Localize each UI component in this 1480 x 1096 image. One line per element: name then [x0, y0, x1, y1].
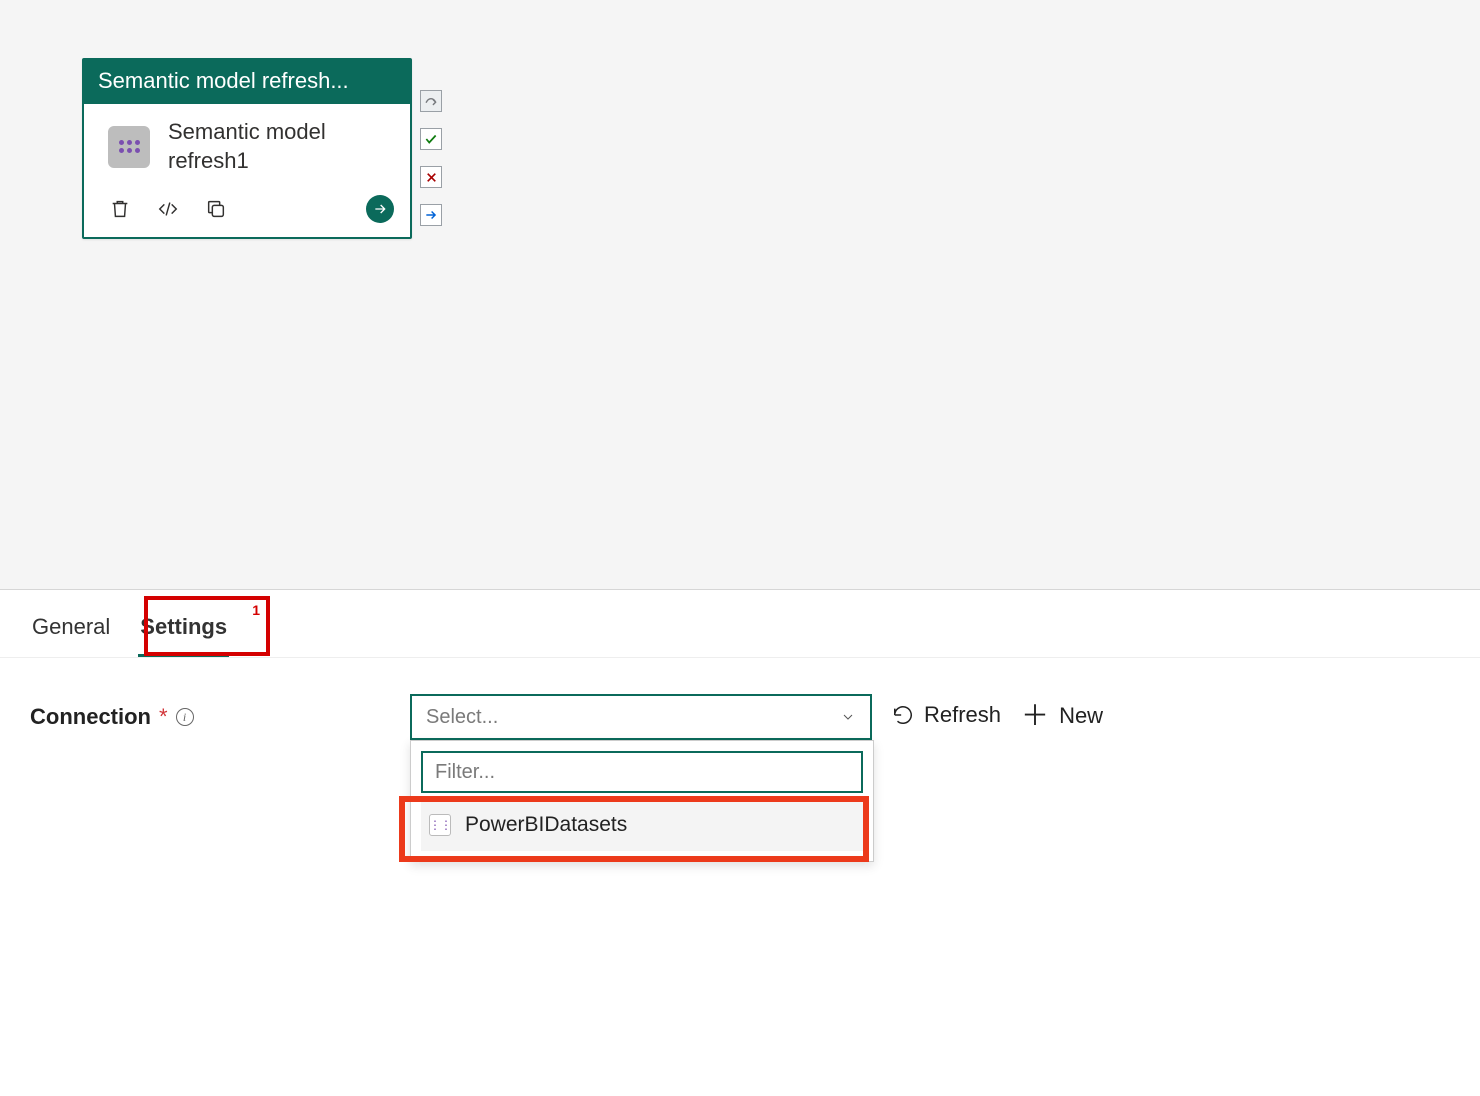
connection-dropdown: Filter... ⋮⋮ PowerBIDatasets: [410, 740, 874, 862]
refresh-button[interactable]: Refresh: [892, 694, 1001, 728]
semantic-model-icon: [108, 126, 150, 168]
on-skip-icon[interactable]: [420, 90, 442, 112]
new-label: New: [1059, 703, 1103, 729]
connection-label: Connection * i: [30, 694, 390, 730]
dataset-icon: ⋮⋮: [429, 814, 451, 836]
run-button[interactable]: [366, 195, 394, 223]
connection-label-text: Connection: [30, 704, 151, 730]
activity-toolbar: [84, 185, 410, 237]
new-button[interactable]: ＋ New: [1021, 694, 1103, 730]
required-star-icon: *: [159, 704, 168, 730]
copy-icon[interactable]: [204, 197, 228, 221]
activity-name-label: Semantic model refresh1: [168, 118, 394, 175]
info-icon[interactable]: i: [176, 708, 194, 726]
status-connector-palette: [420, 90, 442, 226]
connection-option-powerbidatasets[interactable]: ⋮⋮ PowerBIDatasets: [421, 799, 863, 851]
panel-tabs: General Settings: [0, 590, 1480, 658]
filter-placeholder: Filter...: [435, 761, 495, 784]
delete-icon[interactable]: [108, 197, 132, 221]
chevron-down-icon: [840, 709, 856, 725]
on-fail-icon[interactable]: [420, 166, 442, 188]
pipeline-canvas[interactable]: Semantic model refresh... Semantic model…: [0, 0, 1480, 589]
connection-option-label: PowerBIDatasets: [465, 813, 627, 837]
on-success-icon[interactable]: [420, 128, 442, 150]
connection-select-wrap: Select... Filter... ⋮⋮ PowerBIDatasets: [410, 694, 872, 740]
connection-select-placeholder: Select...: [426, 706, 498, 729]
connection-select[interactable]: Select...: [410, 694, 872, 740]
activity-card-body: Semantic model refresh1: [84, 104, 410, 185]
plus-icon: ＋: [1021, 702, 1049, 730]
connection-filter-input[interactable]: Filter...: [421, 751, 863, 793]
activity-card[interactable]: Semantic model refresh... Semantic model…: [82, 58, 412, 239]
activity-card-title: Semantic model refresh...: [84, 60, 410, 104]
on-completion-icon[interactable]: [420, 204, 442, 226]
refresh-label: Refresh: [924, 702, 1001, 728]
tab-settings[interactable]: Settings: [138, 608, 229, 657]
refresh-icon: [892, 704, 914, 726]
code-icon[interactable]: [156, 197, 180, 221]
connection-row: Connection * i Select... Filter... ⋮⋮ Po…: [30, 694, 1450, 740]
tab-general[interactable]: General: [30, 608, 112, 657]
